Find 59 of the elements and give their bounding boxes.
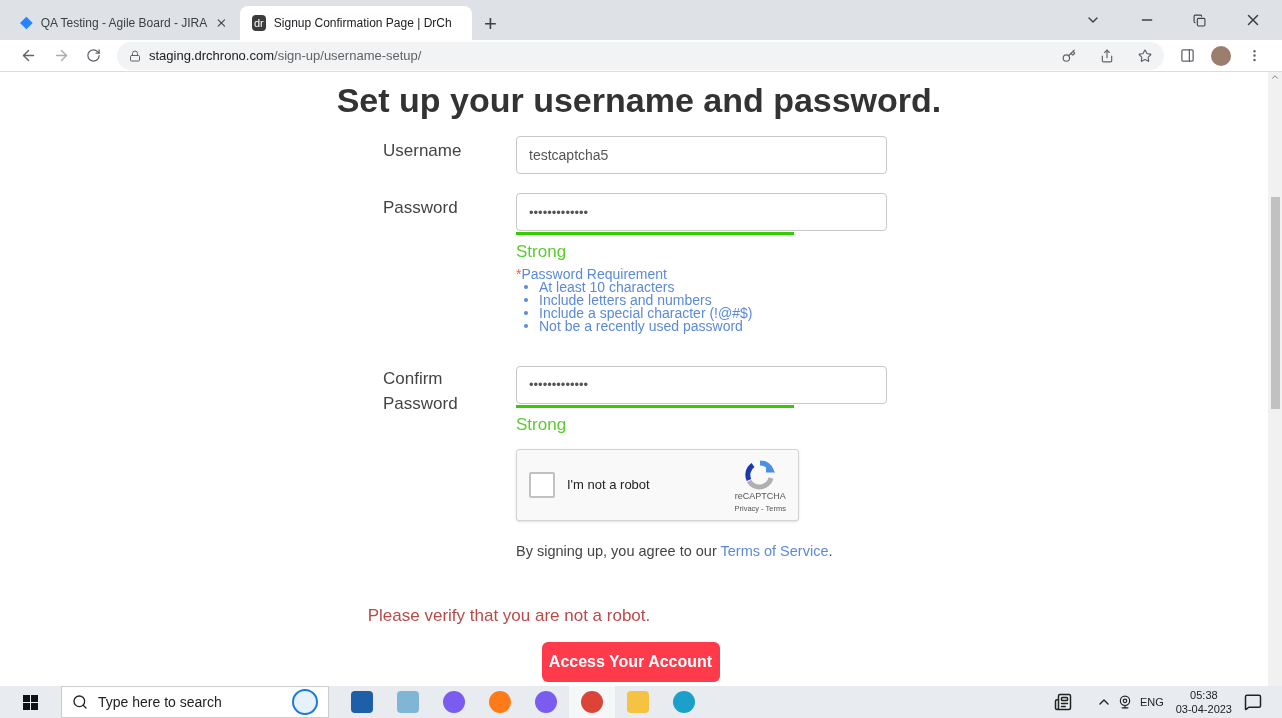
lock-icon	[129, 49, 141, 62]
browser-tab[interactable]: dr Signup Confirmation Page | DrCh	[240, 6, 472, 40]
scrollbar-thumb[interactable]	[1270, 197, 1280, 409]
scrollbar[interactable]	[1268, 72, 1282, 686]
search-placeholder: Type here to search	[98, 692, 223, 712]
language-indicator[interactable]: ENG	[1139, 693, 1164, 711]
password-field[interactable]: •••••••••••••	[516, 365, 887, 404]
news-icon[interactable]	[1053, 693, 1072, 711]
share-icon[interactable]	[1100, 48, 1114, 63]
page-heading: Set up your username and password.	[336, 80, 942, 121]
browser-tab[interactable]: QA Testing - Agile Board - JIRA	[8, 6, 240, 40]
requirement-item: Include a special character (!@#$)	[539, 306, 753, 320]
taskbar-app[interactable]	[569, 686, 615, 718]
profile-avatar[interactable]	[1211, 45, 1231, 66]
agreement-text: By signing up, you agree to our Terms of Service.	[516, 542, 834, 561]
recaptcha-brand: reCAPTCHA	[734, 489, 786, 503]
strength-text: Strong	[516, 413, 568, 436]
clock-date[interactable]: 03-04-2023	[1175, 702, 1232, 716]
username-field[interactable]: testcaptcha5	[516, 136, 887, 174]
camera-icon[interactable]	[1117, 695, 1132, 709]
site-favicon: dr	[252, 15, 266, 31]
new-tab-button[interactable]: +	[472, 6, 509, 40]
captcha-label: I'm not a robot	[567, 476, 651, 495]
restore-icon[interactable]	[1193, 13, 1206, 27]
recaptcha-logo-icon	[745, 459, 776, 490]
terms-of-service-link[interactable]: Terms of Service	[720, 543, 829, 559]
tab-title: Signup Confirmation Page | DrCh	[273, 15, 452, 32]
requirement-title: *Password Requirement	[516, 267, 667, 281]
requirement-item: Include letters and numbers	[539, 293, 712, 307]
star-icon[interactable]	[1138, 48, 1152, 63]
bullet-icon	[524, 311, 528, 315]
url-text: staging.drchrono.com/sign-up/username-setup/	[149, 46, 422, 65]
bullet-icon	[524, 298, 528, 302]
field-label: Confirm	[383, 367, 444, 390]
submit-button[interactable]: Access Your Account	[541, 642, 720, 683]
field-label: Username	[383, 140, 463, 162]
tab-title: QA Testing - Agile Board - JIRA	[40, 15, 208, 32]
bullet-icon	[524, 285, 528, 289]
notification-icon[interactable]	[1244, 693, 1262, 711]
field-label: Password	[383, 197, 459, 219]
taskbar-search-field[interactable]: Type here to search	[61, 686, 329, 718]
strength-text: Strong	[516, 241, 568, 263]
close-icon[interactable]	[215, 16, 228, 30]
bullet-icon	[524, 324, 528, 328]
address-bar[interactable]: staging.drchrono.com/sign-up/username-setup/	[117, 41, 1164, 70]
clock-time[interactable]: 05:38	[1190, 688, 1218, 702]
reload-icon[interactable]	[86, 48, 101, 63]
field-label: Password	[383, 392, 459, 415]
diamond-icon	[20, 16, 33, 30]
captcha-checkbox[interactable]	[529, 472, 555, 498]
password-field[interactable]: •••••••••••••	[516, 193, 887, 231]
requirement-item: At least 10 characters	[539, 280, 675, 294]
back-icon[interactable]	[20, 47, 37, 64]
windows-start-icon[interactable]	[23, 694, 38, 710]
search-icon	[72, 694, 88, 710]
key-icon[interactable]	[1062, 48, 1076, 63]
requirement-item: Not be a recently used password	[539, 319, 743, 333]
error-message: Please verify that you are not a robot.	[367, 604, 651, 627]
side-panel-icon[interactable]	[1180, 48, 1195, 63]
